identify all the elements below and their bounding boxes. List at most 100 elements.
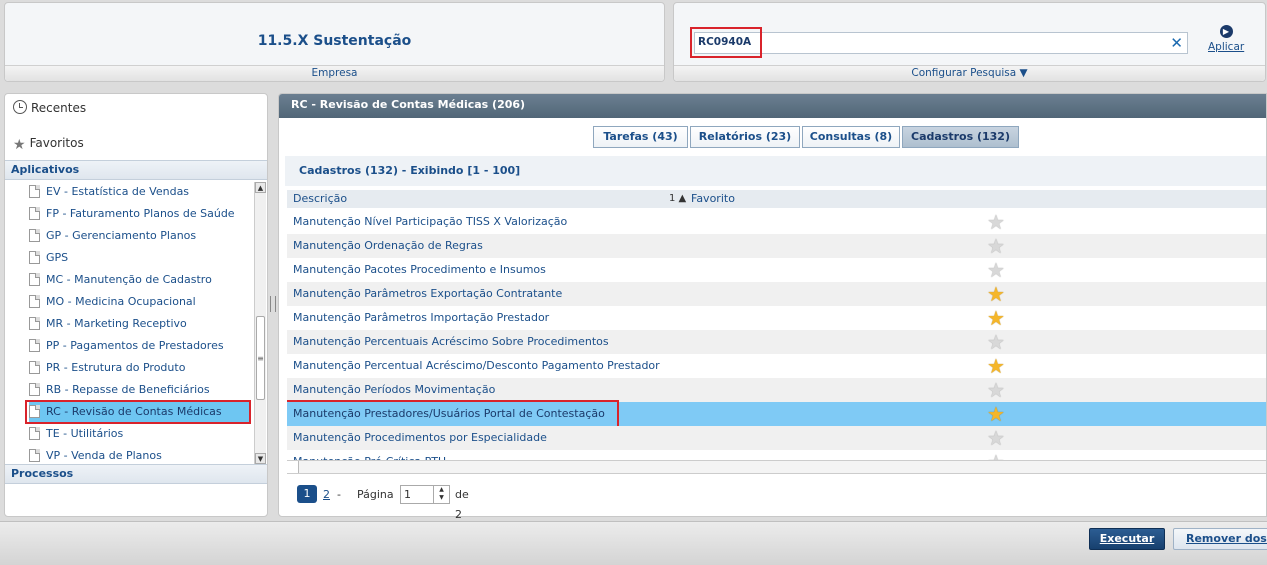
main-panel: RC - Revisão de Contas Médicas (206) Tar… xyxy=(278,93,1267,521)
app-label: EV - Estatística de Vendas xyxy=(46,185,190,198)
star-empty-icon[interactable]: ★ xyxy=(987,379,1005,401)
app-item-ev[interactable]: EV - Estatística de Vendas xyxy=(29,182,249,202)
main-header: RC - Revisão de Contas Médicas (206) xyxy=(279,94,1266,118)
app-item-pr[interactable]: PR - Estrutura do Produto xyxy=(29,358,249,378)
star-empty-icon[interactable]: ★ xyxy=(987,331,1005,353)
app-item-gp[interactable]: GP - Gerenciamento Planos xyxy=(29,226,249,246)
app-item-mo[interactable]: MO - Medicina Ocupacional xyxy=(29,292,249,312)
apply-button[interactable]: ▶ Aplicar xyxy=(1208,25,1244,53)
row-label: Manutenção Parâmetros Exportação Contrat… xyxy=(293,287,563,300)
table-row[interactable]: Manutenção Parâmetros Exportação Contrat… xyxy=(287,282,1266,306)
app-item-rb[interactable]: RB - Repasse de Beneficiários xyxy=(29,380,249,400)
table-row[interactable]: Manutenção Ordenação de Regras ★ xyxy=(287,234,1266,258)
table-row[interactable]: Manutenção Percentual Acréscimo/Desconto… xyxy=(287,354,1266,378)
star-empty-icon[interactable]: ★ xyxy=(987,427,1005,449)
remove-favorites-button[interactable]: Remover dos favoritos xyxy=(1173,528,1267,550)
row-label: Manutenção Períodos Movimentação xyxy=(293,383,496,396)
document-icon xyxy=(29,383,40,396)
scroll-up-icon[interactable]: ▲ xyxy=(255,182,266,193)
table-row[interactable]: Manutenção Percentuais Acréscimo Sobre P… xyxy=(287,330,1266,354)
row-label: Manutenção Percentual Acréscimo/Desconto… xyxy=(293,359,660,372)
table-row[interactable]: Manutenção Prestadores/Usuários Portal d… xyxy=(287,400,1266,428)
star-filled-icon[interactable]: ★ xyxy=(987,355,1005,377)
processos-header[interactable]: Processos xyxy=(5,464,267,484)
app-item-vp[interactable]: VP - Venda de Planos xyxy=(29,446,249,464)
page-current[interactable]: 1 xyxy=(297,485,317,503)
table-row[interactable]: Manutenção Nível Participação TISS X Val… xyxy=(287,210,1266,234)
clock-icon xyxy=(13,100,27,114)
spinner-icon[interactable]: ▲ ▼ xyxy=(433,486,449,503)
horizontal-scrollbar[interactable] xyxy=(287,460,1266,474)
left-nav-panel: Recentes ★ Favoritos Aplicativos EV - Est… xyxy=(4,93,268,517)
app-list: EV - Estatística de Vendas FP - Faturame… xyxy=(5,182,255,464)
scroll-thumb[interactable]: ≡ xyxy=(256,316,265,400)
aplicativos-header[interactable]: Aplicativos xyxy=(5,160,267,180)
recentes-label: Recentes xyxy=(31,101,87,115)
company-panel: 11.5.X Sustentação Empresa xyxy=(4,2,665,82)
page-2-link[interactable]: 2 xyxy=(323,485,330,505)
app-label: MO - Medicina Ocupacional xyxy=(46,295,196,308)
scroll-down-icon[interactable]: ▼ xyxy=(255,453,266,464)
sort-indicator: 1 ▲ xyxy=(669,193,687,204)
app-label: MR - Marketing Receptivo xyxy=(46,317,187,330)
tab-relatorios[interactable]: Relatórios (23) xyxy=(690,126,800,148)
page-input-value: 1 xyxy=(404,488,411,501)
row-label: Manutenção Nível Participação TISS X Val… xyxy=(293,215,568,228)
table-row[interactable]: Manutenção Períodos Movimentação ★ xyxy=(287,378,1266,402)
app-item-gps[interactable]: GPS xyxy=(29,248,249,268)
app-label: FP - Faturamento Planos de Saúde xyxy=(46,207,235,220)
favoritos-link[interactable]: ★ Favoritos xyxy=(13,136,84,153)
document-icon xyxy=(29,273,40,286)
page-input[interactable]: 1 ▲ ▼ xyxy=(400,485,450,504)
search-highlight xyxy=(690,27,762,58)
row-highlight xyxy=(287,400,619,428)
star-filled-icon[interactable]: ★ xyxy=(987,307,1005,329)
star-filled-icon[interactable]: ★ xyxy=(987,403,1005,425)
app-item-mc[interactable]: MC - Manutenção de Cadastro xyxy=(29,270,249,290)
execute-button[interactable]: Executar xyxy=(1089,528,1165,550)
company-footer[interactable]: Empresa xyxy=(5,65,664,81)
recentes-link[interactable]: Recentes xyxy=(13,100,86,115)
app-item-rc[interactable]: RC - Revisão de Contas Médicas xyxy=(25,400,251,424)
app-label: RB - Repasse de Beneficiários xyxy=(46,383,210,396)
company-title: 11.5.X Sustentação xyxy=(257,33,412,49)
app-label: VP - Venda de Planos xyxy=(46,449,162,462)
app-item-te[interactable]: TE - Utilitários xyxy=(29,424,249,444)
app-item-pp[interactable]: PP - Pagamentos de Prestadores xyxy=(29,336,249,356)
app-label: GPS xyxy=(46,251,69,264)
apply-label: Aplicar xyxy=(1208,41,1245,53)
table-row[interactable]: Manutenção Procedimentos por Especialida… xyxy=(287,426,1266,450)
tab-cadastros[interactable]: Cadastros (132) xyxy=(902,126,1019,148)
col-descricao[interactable]: Descrição xyxy=(293,190,347,208)
page-label: Página xyxy=(357,488,394,501)
row-label: Manutenção Percentuais Acréscimo Sobre P… xyxy=(293,335,609,348)
app-label: MC - Manutenção de Cadastro xyxy=(46,273,212,286)
configure-search-link[interactable]: Configurar Pesquisa ▼ xyxy=(674,65,1265,81)
row-label: Manutenção Ordenação de Regras xyxy=(293,239,483,252)
star-empty-icon[interactable]: ★ xyxy=(987,211,1005,233)
tab-tarefas[interactable]: Tarefas (43) xyxy=(593,126,688,148)
page-total: de 2 xyxy=(455,488,469,521)
play-icon: ▶ xyxy=(1219,25,1233,38)
scroll-box[interactable] xyxy=(287,461,299,473)
table-row[interactable]: Manutenção Pacotes Procedimento e Insumo… xyxy=(287,258,1266,282)
document-icon xyxy=(29,427,40,440)
app-item-fp[interactable]: FP - Faturamento Planos de Saúde xyxy=(29,204,249,224)
star-empty-icon[interactable]: ★ xyxy=(987,259,1005,281)
app-label: PR - Estrutura do Produto xyxy=(46,361,186,374)
clear-icon[interactable]: ✕ xyxy=(1170,34,1183,52)
star-empty-icon[interactable]: ★ xyxy=(987,235,1005,257)
search-input[interactable]: RC0940A ✕ xyxy=(690,27,1188,58)
app-item-mr[interactable]: MR - Marketing Receptivo xyxy=(29,314,249,334)
rows-container: Manutenção Nível Participação TISS X Val… xyxy=(287,210,1266,462)
app-list-scrollbar[interactable]: ▲ ≡ ▼ xyxy=(254,182,266,464)
table-row[interactable]: Manutenção Parâmetros Importação Prestad… xyxy=(287,306,1266,330)
tab-consultas[interactable]: Consultas (8) xyxy=(802,126,900,148)
panel-splitter[interactable] xyxy=(270,296,276,312)
page-separator: - xyxy=(337,488,341,501)
document-icon xyxy=(29,251,40,264)
col-favorito[interactable]: Favorito xyxy=(691,190,735,208)
bottom-bar xyxy=(0,521,1267,565)
document-icon xyxy=(29,185,40,198)
star-filled-icon[interactable]: ★ xyxy=(987,283,1005,305)
